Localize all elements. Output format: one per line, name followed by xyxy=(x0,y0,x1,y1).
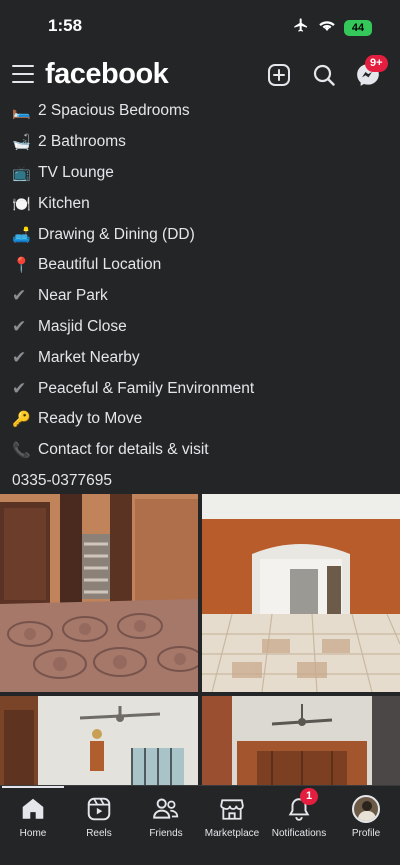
friends-icon xyxy=(153,798,179,819)
list-item-text: Near Park xyxy=(38,287,108,305)
active-tab-indicator xyxy=(2,786,64,788)
wifi-icon xyxy=(318,18,336,37)
status-time: 1:58 xyxy=(48,16,83,35)
tab-reels[interactable]: Reels xyxy=(66,794,132,854)
tab-marketplace[interactable]: Marketplace xyxy=(199,794,265,854)
list-item-text: Contact for details & visit xyxy=(38,441,209,459)
check-icon: ✔ xyxy=(12,316,27,336)
list-item: 🛁 2 Bathrooms xyxy=(12,127,392,158)
list-item-text: Drawing & Dining (DD) xyxy=(38,225,195,243)
list-item-text: Kitchen xyxy=(38,194,90,212)
post-text: 🛏️ 2 Spacious Bedrooms 🛁 2 Bathrooms 📺 T… xyxy=(12,96,392,496)
bathtub-emoji-icon: 🛁 xyxy=(12,134,31,152)
list-item: 🍽️ Kitchen xyxy=(12,188,392,219)
airplane-icon xyxy=(292,17,310,38)
pin-emoji-icon: 📍 xyxy=(12,257,31,275)
tab-label: Home xyxy=(19,828,47,839)
tab-label: Notifications xyxy=(271,828,327,839)
tab-profile[interactable]: Profile xyxy=(333,794,399,854)
check-icon: ✔ xyxy=(12,378,27,398)
list-item: ✔ Market Nearby xyxy=(12,342,392,373)
bed-emoji-icon: 🛏️ xyxy=(12,103,31,121)
check-icon: ✔ xyxy=(12,347,27,367)
list-item-text: Masjid Close xyxy=(38,317,127,335)
post-photo[interactable] xyxy=(0,696,198,790)
post-photo[interactable] xyxy=(0,494,198,692)
post-photo[interactable] xyxy=(202,494,400,692)
plus-square-icon xyxy=(268,64,290,86)
tab-label: Marketplace xyxy=(204,828,260,839)
bottom-tab-bar: Home Reels Friends Marketplace 1 Notific… xyxy=(0,785,400,865)
tab-notifications[interactable]: 1 Notifications xyxy=(266,788,332,854)
plate-emoji-icon: 🍽️ xyxy=(12,195,31,213)
phone-number[interactable]: 0335-0377695 xyxy=(12,466,392,497)
status-bar: 1:58 44 xyxy=(0,0,400,52)
tab-home[interactable]: Home xyxy=(0,794,66,854)
tv-emoji-icon: 📺 xyxy=(12,164,31,182)
home-icon xyxy=(22,798,44,819)
tab-friends[interactable]: Friends xyxy=(133,794,199,854)
list-item: 🛋️ Drawing & Dining (DD) xyxy=(12,219,392,250)
status-icons: 44 xyxy=(292,17,372,38)
create-post-button[interactable] xyxy=(264,60,294,90)
list-item: 🔑 Ready to Move xyxy=(12,404,392,435)
post-photo[interactable] xyxy=(202,696,400,790)
list-item: 🛏️ 2 Spacious Bedrooms xyxy=(12,96,392,127)
avatar xyxy=(352,795,380,823)
list-item: 📍 Beautiful Location xyxy=(12,250,392,281)
phone-emoji-icon: 📞 xyxy=(12,442,31,460)
list-item: 📞 Contact for details & visit xyxy=(12,435,392,466)
messenger-button[interactable]: 9+ xyxy=(353,55,388,90)
list-item: ✔ Peaceful & Family Environment xyxy=(12,373,392,404)
list-item-text: Market Nearby xyxy=(38,348,140,366)
marketplace-icon xyxy=(220,799,244,820)
key-emoji-icon: 🔑 xyxy=(12,411,31,429)
tab-label: Friends xyxy=(149,828,183,839)
search-button[interactable] xyxy=(309,60,339,90)
app-header: facebook 9+ xyxy=(0,55,400,96)
list-item-text: 2 Spacious Bedrooms xyxy=(38,102,190,120)
list-item: 📺 TV Lounge xyxy=(12,158,392,189)
menu-icon[interactable] xyxy=(12,65,34,85)
tab-label: Profile xyxy=(351,828,381,839)
list-item-text: 2 Bathrooms xyxy=(38,133,126,151)
list-item-text: Peaceful & Family Environment xyxy=(38,379,255,397)
reels-icon xyxy=(87,797,111,821)
tab-label: Reels xyxy=(86,828,112,839)
list-item: ✔ Near Park xyxy=(12,281,392,312)
list-item-text: Beautiful Location xyxy=(38,256,162,274)
notifications-badge: 1 xyxy=(300,788,319,805)
list-item-text: Ready to Move xyxy=(38,410,143,428)
photo-grid xyxy=(0,494,400,790)
check-icon: ✔ xyxy=(12,286,27,306)
facebook-logo[interactable]: facebook xyxy=(45,58,169,91)
list-item: ✔ Masjid Close xyxy=(12,312,392,343)
messenger-badge: 9+ xyxy=(365,55,388,72)
list-item-text: TV Lounge xyxy=(38,163,114,181)
battery-indicator: 44 xyxy=(344,19,372,36)
search-icon xyxy=(313,64,335,86)
couch-emoji-icon: 🛋️ xyxy=(12,226,31,244)
